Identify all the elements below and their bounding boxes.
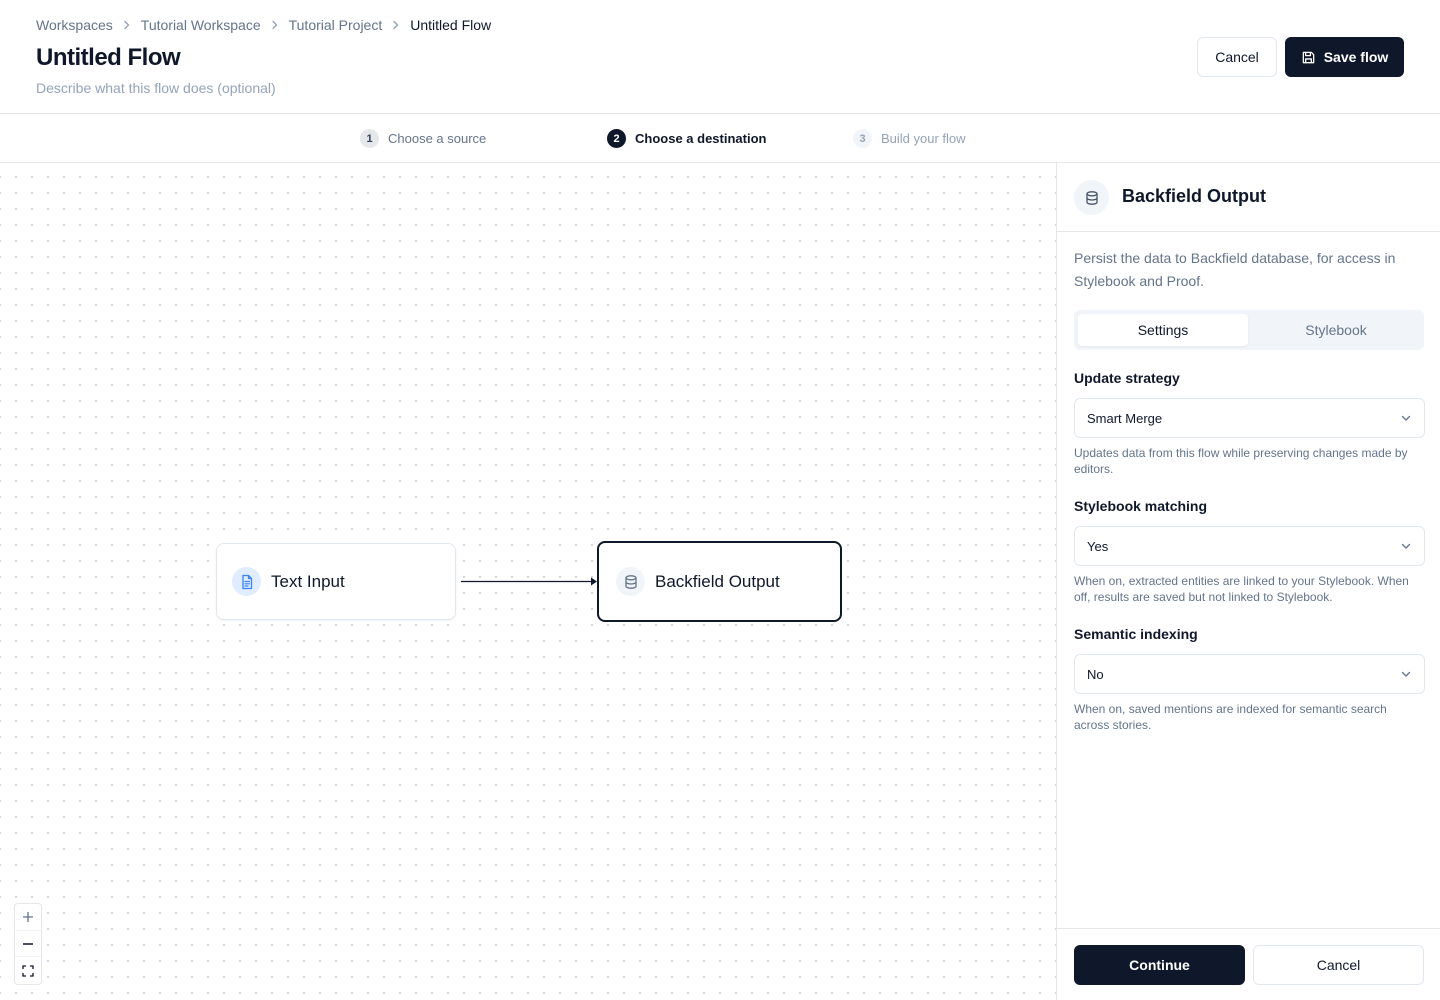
node-settings-panel: Backfield Output Persist the data to Bac… <box>1056 163 1440 1000</box>
cancel-button[interactable]: Cancel <box>1197 37 1277 77</box>
continue-button[interactable]: Continue <box>1074 945 1245 985</box>
step-build-flow[interactable]: 3 Build your flow <box>853 129 966 148</box>
panel-cancel-button[interactable]: Cancel <box>1253 945 1424 985</box>
semantic-indexing-label: Semantic indexing <box>1074 626 1198 642</box>
stylebook-matching-help: When on, extracted entities are linked t… <box>1074 574 1409 604</box>
database-icon <box>1074 180 1109 215</box>
select-value: Smart Merge <box>1087 410 1163 426</box>
fit-view-icon[interactable] <box>15 957 41 984</box>
step-label: Choose a destination <box>635 131 767 146</box>
panel-tabs: Settings Stylebook <box>1074 310 1424 350</box>
node-label: Backfield Output <box>655 571 780 591</box>
save-flow-label: Save flow <box>1323 49 1389 65</box>
breadcrumb: Workspaces Tutorial Workspace Tutorial P… <box>36 17 491 33</box>
zoom-controls <box>14 903 42 985</box>
flow-canvas[interactable]: Text Input Backfield Output <box>0 163 1056 1000</box>
page-header: Workspaces Tutorial Workspace Tutorial P… <box>0 0 1440 114</box>
backfield-output-node[interactable]: Backfield Output <box>597 541 842 622</box>
update-strategy-help: Updates data from this flow while preser… <box>1074 446 1408 476</box>
breadcrumb-current: Untitled Flow <box>410 17 492 33</box>
breadcrumb-tutorial-workspace[interactable]: Tutorial Workspace <box>141 17 261 33</box>
chevron-right-icon <box>261 20 289 30</box>
step-number: 1 <box>360 129 379 148</box>
update-strategy-label: Update strategy <box>1074 370 1180 386</box>
step-number: 2 <box>607 129 626 148</box>
stylebook-matching-label: Stylebook matching <box>1074 498 1208 514</box>
panel-header: Backfield Output <box>1057 163 1440 232</box>
continue-label: Continue <box>1129 957 1190 973</box>
semantic-indexing-help: When on, saved mentions are indexed for … <box>1074 702 1387 732</box>
cancel-label: Cancel <box>1316 957 1361 973</box>
page-title[interactable]: Untitled Flow <box>36 44 181 72</box>
breadcrumb-tutorial-project[interactable]: Tutorial Project <box>289 17 383 33</box>
select-value: No <box>1087 666 1104 682</box>
breadcrumb-workspaces[interactable]: Workspaces <box>36 17 113 33</box>
step-number: 3 <box>853 129 872 148</box>
step-label: Choose a source <box>388 131 487 146</box>
chevron-down-icon <box>1400 668 1412 680</box>
tab-settings[interactable]: Settings <box>1078 314 1248 346</box>
text-input-node[interactable]: Text Input <box>216 543 456 620</box>
zoom-out-icon[interactable] <box>15 931 41 958</box>
panel-title: Backfield Output <box>1122 186 1267 206</box>
chevron-down-icon <box>1400 412 1412 424</box>
chevron-right-icon <box>113 20 141 30</box>
panel-footer: Continue Cancel <box>1057 928 1440 1000</box>
node-label: Text Input <box>271 571 345 591</box>
semantic-indexing-select[interactable]: No <box>1074 654 1425 694</box>
step-label: Build your flow <box>881 131 966 146</box>
zoom-in-icon[interactable] <box>15 904 41 931</box>
stepper: 1 Choose a source 2 Choose a destination… <box>0 114 1440 163</box>
chevron-down-icon <box>1400 540 1412 552</box>
save-flow-button[interactable]: Save flow <box>1285 37 1404 77</box>
chevron-right-icon <box>382 20 410 30</box>
cancel-button-label: Cancel <box>1215 49 1259 65</box>
flow-description-input[interactable]: Describe what this flow does (optional) <box>36 80 276 96</box>
update-strategy-select[interactable]: Smart Merge <box>1074 398 1425 438</box>
step-choose-source[interactable]: 1 Choose a source <box>360 129 486 148</box>
step-choose-destination[interactable]: 2 Choose a destination <box>607 129 766 148</box>
panel-description: Persist the data to Backfield database, … <box>1074 250 1396 289</box>
document-icon <box>232 567 261 596</box>
stylebook-matching-select[interactable]: Yes <box>1074 526 1425 566</box>
database-icon <box>616 567 645 596</box>
tab-stylebook[interactable]: Stylebook <box>1251 314 1421 346</box>
save-icon <box>1301 50 1316 65</box>
connection-edge <box>461 577 597 586</box>
select-value: Yes <box>1087 538 1109 554</box>
